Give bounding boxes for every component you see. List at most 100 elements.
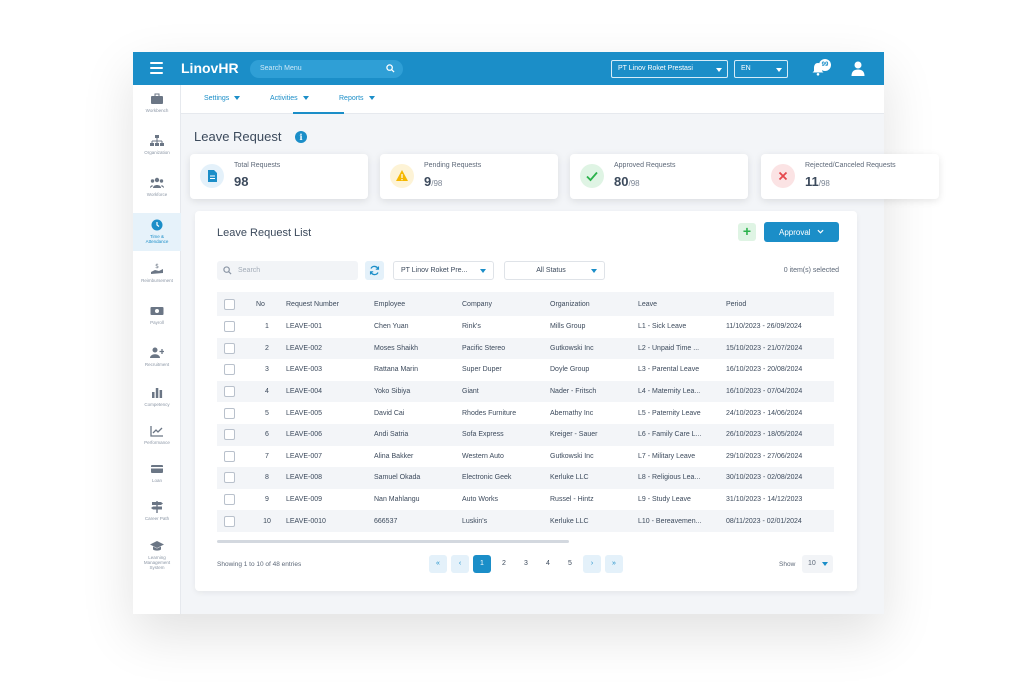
column-header[interactable]: Employee	[370, 292, 458, 316]
sidebar-item-lms[interactable]: Learning Management System	[133, 540, 181, 586]
column-header[interactable]: Company	[458, 292, 546, 316]
sidebar-item-competency[interactable]: Competency	[133, 387, 181, 417]
employee-name: Rattana Marin	[374, 366, 418, 374]
table-row[interactable]: 3 LEAVE-003 Rattana Marin Super Duper Doyle …	[217, 359, 834, 381]
tab-activities[interactable]: Activities	[270, 95, 309, 102]
row-checkbox[interactable]	[224, 494, 235, 506]
row-checkbox[interactable]	[224, 450, 235, 462]
sidebar-item-time-attendance[interactable]: Time & Attendance	[133, 213, 181, 251]
employee-name: Alina Bakker	[374, 452, 414, 460]
table-row[interactable]: 7 LEAVE-007 Alina Bakker Western Auto Gutkow…	[217, 446, 834, 468]
hamburger-menu-icon[interactable]	[150, 62, 163, 74]
stat-total: /98	[431, 179, 443, 188]
leave-type: L9 - Study Leave	[638, 496, 691, 504]
sidebar-item-career-path[interactable]: Career Path	[133, 501, 181, 531]
tab-settings[interactable]: Settings	[204, 95, 241, 102]
page-button[interactable]: 1	[473, 555, 491, 573]
chevron-down-icon	[817, 229, 824, 234]
row-checkbox[interactable]	[224, 386, 235, 398]
approval-button-label: Approval	[779, 228, 811, 237]
panel-title: Leave Request List	[217, 227, 312, 239]
organization-name: Russel - Hintz	[550, 496, 594, 504]
first-page-button[interactable]: «	[429, 555, 447, 573]
user-avatar-icon[interactable]	[851, 61, 865, 76]
company-name: Rhodes Furniture	[462, 409, 517, 417]
leave-type: L5 - Paternity Leave	[638, 409, 701, 417]
row-checkbox[interactable]	[224, 321, 235, 333]
sidebar-item-label: Loan	[151, 478, 162, 483]
column-header[interactable]: Period	[722, 292, 834, 316]
row-checkbox[interactable]	[224, 515, 235, 527]
sidebar-item-loan[interactable]: Loan	[133, 463, 181, 493]
row-select-cell	[217, 316, 252, 338]
sidebar-item-payroll[interactable]: Payroll	[133, 305, 181, 335]
info-icon[interactable]: i	[295, 131, 307, 143]
company-filter-select[interactable]: PT Linov Roket Pre...	[393, 261, 494, 280]
payroll-icon	[150, 307, 164, 315]
table-row[interactable]: 10 LEAVE-0010 666537 Luskin's Kerluke LLC L10…	[217, 510, 834, 532]
table-row[interactable]: 8 LEAVE-008 Samuel Okada Electronic Geek Ker…	[217, 467, 834, 489]
leave-type: L8 - Religious Lea...	[634, 467, 722, 489]
employee-name: Samuel Okada	[370, 467, 458, 489]
employee-name: Nan Mahlangu	[374, 496, 420, 504]
active-tab-indicator	[293, 112, 344, 114]
table-row[interactable]: 4 LEAVE-004 Yoko Sibiya Giant Nader - Fritsc…	[217, 380, 834, 403]
header-select-all[interactable]	[217, 292, 252, 316]
table-row[interactable]: 9 LEAVE-009 Nan Mahlangu Auto Works Russel -…	[217, 489, 834, 511]
column-header[interactable]: Request Number	[282, 292, 370, 316]
row-checkbox[interactable]	[224, 364, 235, 376]
sidebar: Workbench Organization Workforce Time & …	[133, 85, 181, 614]
company-select[interactable]: PT Linov Roket Prestasi	[611, 60, 728, 78]
reimbursement-icon: $	[151, 263, 163, 274]
column-header[interactable]: Leave	[634, 292, 722, 316]
employee-name: Yoko Sibiya	[370, 380, 458, 403]
horizontal-scrollbar[interactable]	[217, 540, 569, 543]
page-button[interactable]: 4	[539, 555, 557, 573]
sidebar-item-reimbursement[interactable]: $ Reimbursement	[133, 263, 181, 293]
row-checkbox[interactable]	[224, 342, 235, 354]
table-row[interactable]: 2 LEAVE-002 Moses Shaikh Pacific Stereo Gutk…	[217, 337, 834, 360]
organization-name: Kerluke LLC	[546, 467, 634, 489]
status-filter-select[interactable]: All Status	[504, 261, 605, 280]
page-button[interactable]: 2	[495, 555, 513, 573]
stat-card-pending: Pending Requests 9/98	[380, 154, 558, 199]
sidebar-item-organization[interactable]: Organization	[133, 135, 181, 165]
sidebar-item-workbench[interactable]: Workbench	[133, 93, 181, 123]
row-number: 8	[252, 467, 282, 489]
leave-period: 16/10/2023 - 07/04/2024	[722, 380, 834, 403]
approval-button[interactable]: Approval	[764, 222, 839, 242]
stat-total: /98	[628, 179, 640, 188]
stat-card-total: Total Requests 98	[190, 154, 368, 199]
sidebar-item-label: Workbench	[145, 108, 169, 113]
last-page-button[interactable]: »	[605, 555, 623, 573]
performance-icon	[150, 426, 163, 437]
company-name: Luskin's	[458, 510, 546, 532]
document-icon	[200, 164, 224, 188]
search-menu-input[interactable]: Search Menu	[250, 60, 403, 78]
table-search-input[interactable]: Search	[217, 261, 358, 280]
language-select[interactable]: EN	[734, 60, 788, 78]
row-number: 5	[265, 409, 269, 417]
refresh-button[interactable]	[365, 261, 384, 280]
select-all-checkbox[interactable]	[224, 298, 235, 310]
leave-period: 29/10/2023 - 27/06/2024	[726, 452, 803, 460]
page-size-select[interactable]: 10	[802, 555, 833, 573]
page-button[interactable]: 3	[517, 555, 535, 573]
column-header[interactable]: No	[252, 292, 282, 316]
sidebar-item-workforce[interactable]: Workforce	[133, 177, 181, 207]
prev-page-button[interactable]: ‹	[451, 555, 469, 573]
row-checkbox[interactable]	[224, 407, 235, 419]
table-row[interactable]: 6 LEAVE-006 Andi Satria Sofa Express Kreiger…	[217, 423, 834, 446]
tab-reports[interactable]: Reports	[339, 95, 375, 102]
sidebar-item-recruitment[interactable]: Recruitment	[133, 347, 181, 377]
table-row[interactable]: 5 LEAVE-005 David Cai Rhodes Furniture Abern…	[217, 402, 834, 424]
next-page-button[interactable]: ›	[583, 555, 601, 573]
row-checkbox[interactable]	[224, 472, 235, 484]
sidebar-item-performance[interactable]: Performance	[133, 425, 181, 455]
add-button[interactable]: +	[738, 223, 756, 241]
table-row[interactable]: 1 LEAVE-001 Chen Yuan Rink's Mills Group L1 -…	[217, 316, 834, 338]
page-button[interactable]: 5	[561, 555, 579, 573]
column-header[interactable]: Organization	[546, 292, 634, 316]
row-checkbox[interactable]	[224, 429, 235, 441]
row-number: 2	[252, 337, 282, 360]
